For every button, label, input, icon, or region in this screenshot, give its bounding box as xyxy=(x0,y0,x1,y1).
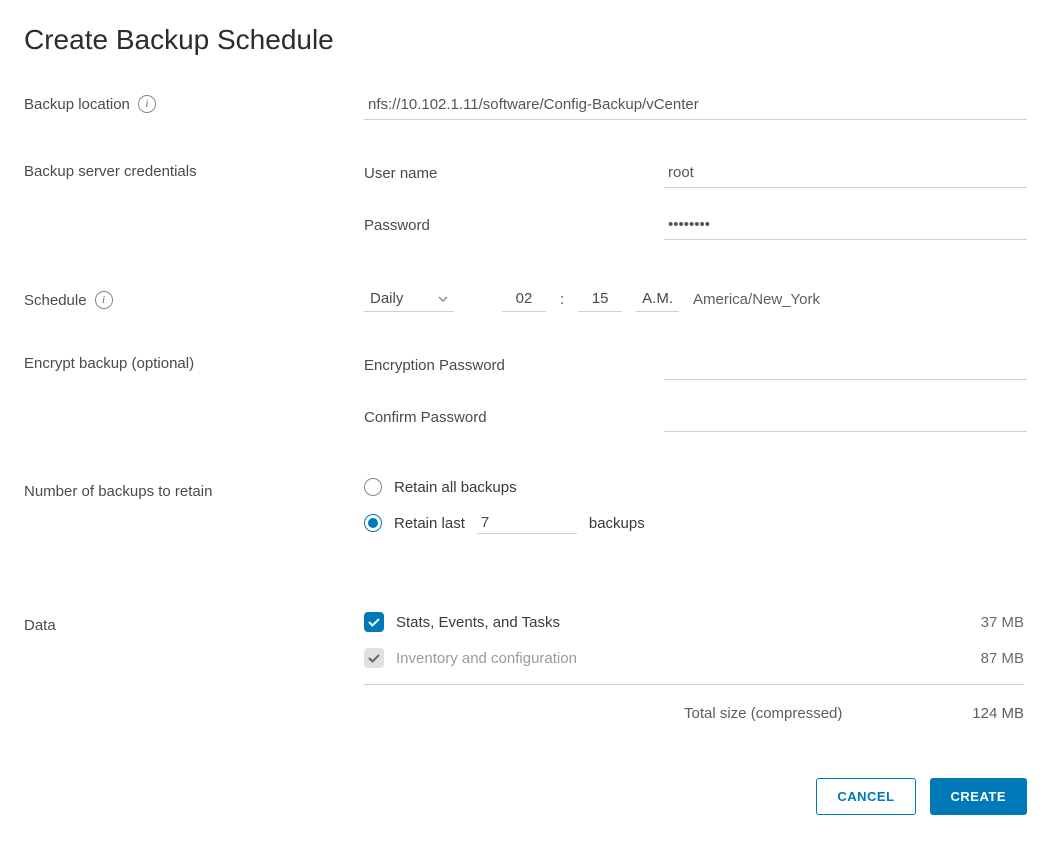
hour-input[interactable] xyxy=(502,286,546,312)
encrypt-confirm-input[interactable] xyxy=(664,402,1027,432)
retain-label: Number of backups to retain xyxy=(24,483,212,500)
row-schedule: Schedule i Daily : A.M. America/New_York xyxy=(24,286,1027,312)
username-label: User name xyxy=(364,165,644,188)
checkbox-stats[interactable] xyxy=(364,612,384,632)
retain-all-label: Retain all backups xyxy=(394,479,517,496)
create-button[interactable]: CREATE xyxy=(930,778,1027,815)
radio-retain-all[interactable] xyxy=(364,478,382,496)
total-value: 124 MB xyxy=(944,705,1024,722)
data-item-label: Stats, Events, and Tasks xyxy=(396,614,932,631)
ampm-select[interactable]: A.M. xyxy=(636,286,679,312)
cancel-button[interactable]: CANCEL xyxy=(816,778,915,815)
backup-location-input[interactable] xyxy=(364,90,1027,120)
schedule-label: Schedule xyxy=(24,292,87,309)
check-icon xyxy=(367,651,381,665)
data-item-label: Inventory and configuration xyxy=(396,650,932,667)
retain-last-prefix: Retain last xyxy=(394,515,465,532)
username-input[interactable] xyxy=(664,158,1027,188)
encrypt-password-label: Encryption Password xyxy=(364,357,644,380)
frequency-value: Daily xyxy=(370,290,403,307)
encrypt-confirm-label: Confirm Password xyxy=(364,409,644,432)
row-data: Data Stats, Events, and Tasks 37 MB Inve… xyxy=(24,612,1027,722)
chevron-down-icon xyxy=(438,294,448,304)
row-credentials: Backup server credentials User name Pass… xyxy=(24,158,1027,262)
radio-retain-last[interactable] xyxy=(364,514,382,532)
row-retain: Number of backups to retain Retain all b… xyxy=(24,478,1027,550)
timezone-label: America/New_York xyxy=(693,291,820,312)
dialog-footer: CANCEL CREATE xyxy=(24,778,1027,815)
retain-last-suffix: backups xyxy=(589,515,645,532)
total-row: Total size (compressed) 124 MB xyxy=(364,684,1024,722)
backup-location-label: Backup location xyxy=(24,96,130,113)
password-input[interactable] xyxy=(664,210,1027,240)
data-label: Data xyxy=(24,617,56,634)
encrypt-password-input[interactable] xyxy=(664,350,1027,380)
row-backup-location: Backup location i xyxy=(24,90,1027,120)
info-icon[interactable]: i xyxy=(95,291,113,309)
encrypt-label: Encrypt backup (optional) xyxy=(24,355,194,372)
password-label: Password xyxy=(364,217,644,240)
data-item: Stats, Events, and Tasks 37 MB xyxy=(364,612,1024,632)
time-colon: : xyxy=(560,291,564,312)
minute-input[interactable] xyxy=(578,286,622,312)
check-icon xyxy=(367,615,381,629)
total-label: Total size (compressed) xyxy=(684,705,842,722)
data-item-size: 37 MB xyxy=(944,614,1024,631)
checkbox-inventory xyxy=(364,648,384,668)
info-icon[interactable]: i xyxy=(138,95,156,113)
data-item-size: 87 MB xyxy=(944,650,1024,667)
credentials-label: Backup server credentials xyxy=(24,163,197,180)
data-item: Inventory and configuration 87 MB xyxy=(364,648,1024,668)
page-title: Create Backup Schedule xyxy=(24,24,1027,56)
frequency-select[interactable]: Daily xyxy=(364,286,454,312)
row-encrypt: Encrypt backup (optional) Encryption Pas… xyxy=(24,350,1027,454)
retain-count-input[interactable] xyxy=(477,512,577,534)
